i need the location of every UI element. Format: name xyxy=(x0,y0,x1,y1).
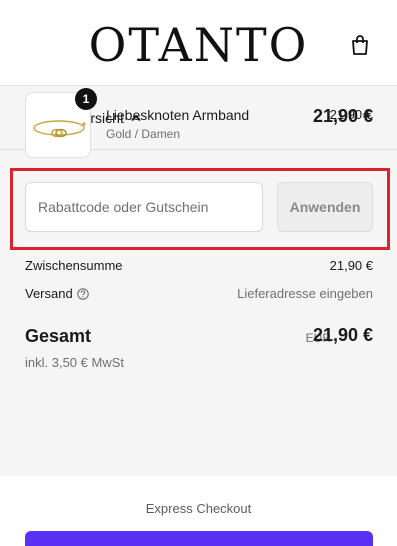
express-checkout-button[interactable] xyxy=(25,531,373,546)
subtotal-value: 21,90 € xyxy=(329,258,373,273)
store-logo[interactable]: OTANTO xyxy=(0,18,397,72)
apply-discount-button[interactable]: Anwenden xyxy=(277,182,373,232)
quantity-badge: 1 xyxy=(75,88,97,110)
shopping-bag-icon[interactable] xyxy=(350,34,370,56)
tax-note: inkl. 3,50 € MwSt xyxy=(25,355,124,370)
total-label: Gesamt xyxy=(25,326,92,346)
shipping-row: Versand Lieferadresse eingeben xyxy=(25,286,373,301)
subtotal-label: Zwischensumme xyxy=(25,258,123,273)
help-circle-icon[interactable] xyxy=(76,288,89,300)
shipping-value: Lieferadresse eingeben xyxy=(237,286,373,301)
total-amount: 21,90 € xyxy=(312,325,373,345)
store-header: OTANTO xyxy=(0,0,397,86)
product-price: 21,90 € xyxy=(329,107,373,122)
shipping-label: Versand xyxy=(25,286,73,301)
subtotal-row: Zwischensumme 21,90 € xyxy=(25,258,373,273)
express-checkout-label: Express Checkout xyxy=(145,501,252,516)
discount-code-input[interactable] xyxy=(25,182,263,232)
product-image: 1 xyxy=(25,88,97,158)
product-name: Liebesknoten Armband xyxy=(106,107,250,123)
product-variant: Gold / Damen xyxy=(106,127,181,141)
